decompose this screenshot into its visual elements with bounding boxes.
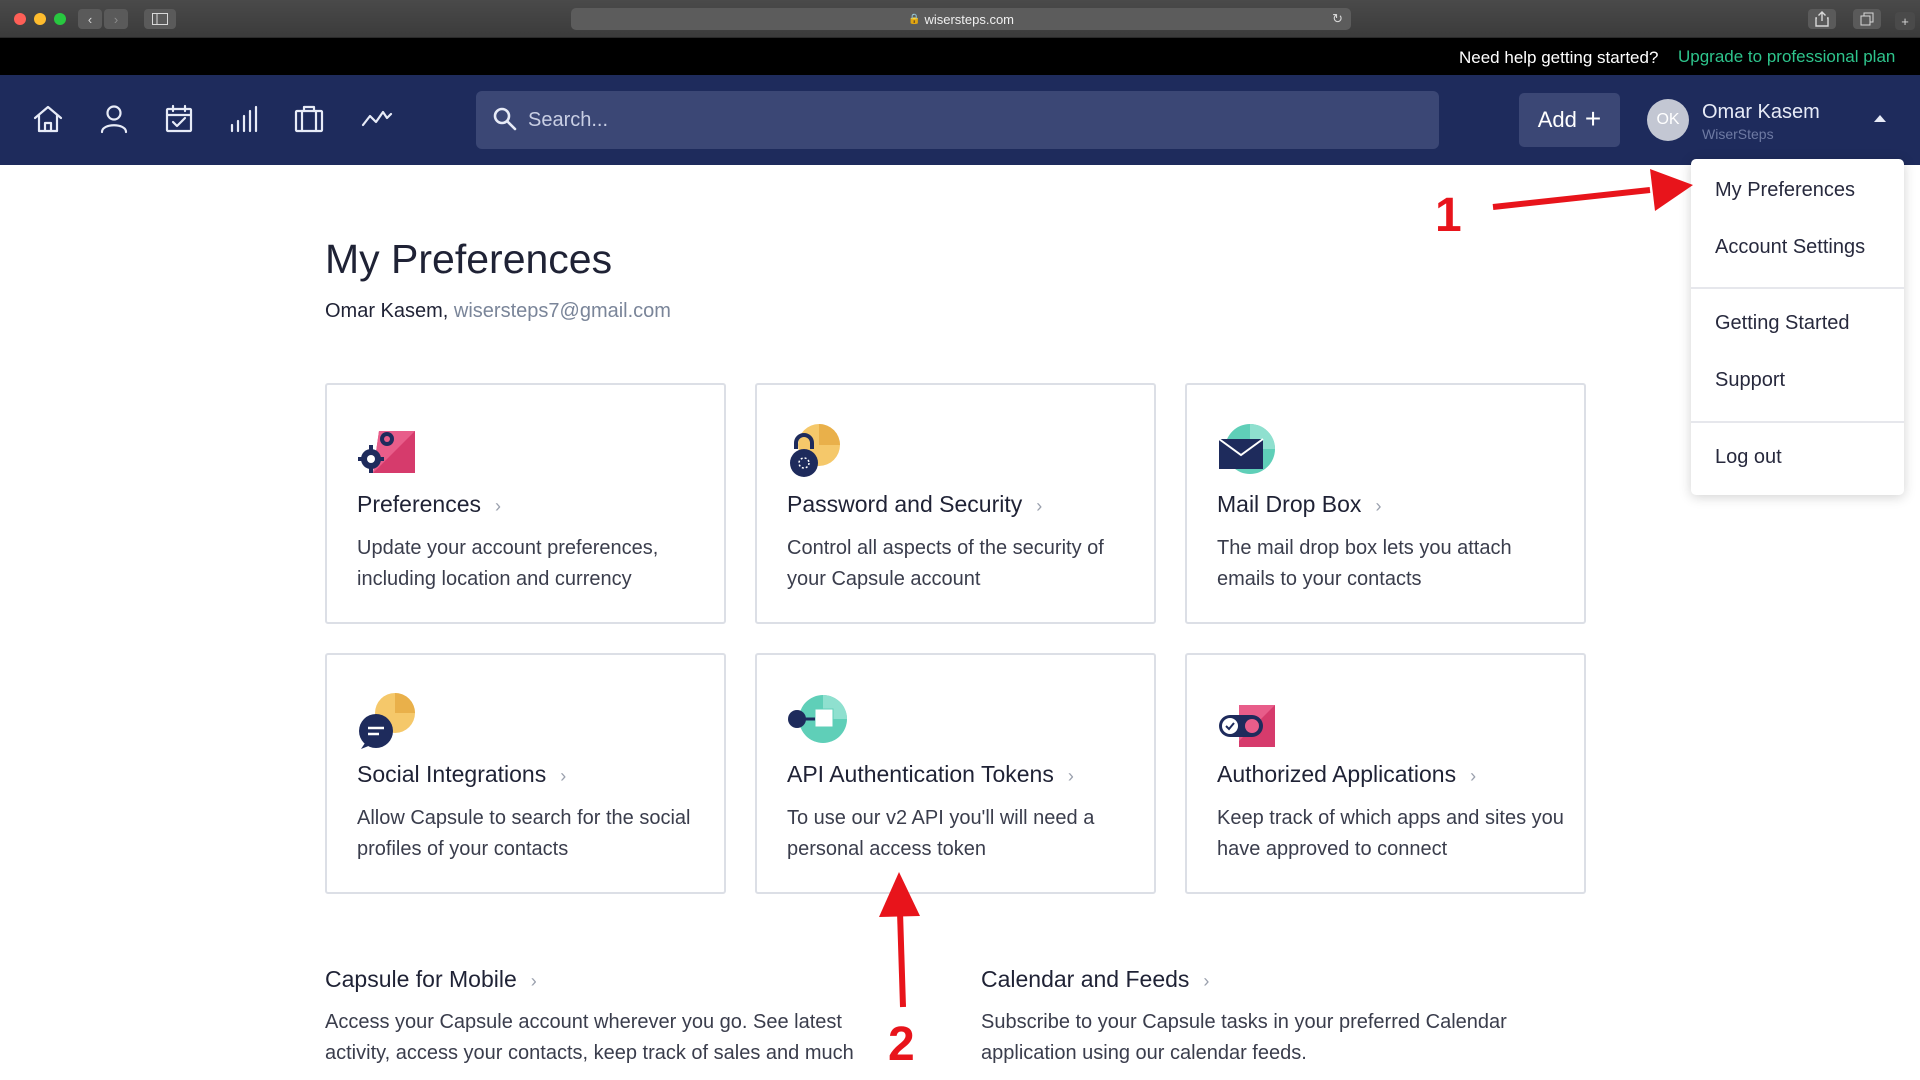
search-input[interactable] bbox=[528, 101, 1408, 139]
card-preferences[interactable]: Preferences › Update your account prefere… bbox=[325, 383, 726, 624]
chat-bubble-icon bbox=[359, 693, 415, 749]
chevron-right-icon: › bbox=[530, 971, 537, 991]
section-description: Subscribe to your Capsule tasks in your … bbox=[981, 1011, 1507, 1064]
search-bar[interactable] bbox=[476, 91, 1439, 149]
card-api-tokens[interactable]: API Authentication Tokens › To use our v2… bbox=[755, 653, 1156, 894]
annotation-arrow-2 bbox=[897, 911, 906, 1008]
home-icon[interactable] bbox=[30, 101, 66, 137]
annotation-label-2: 2 bbox=[888, 1018, 915, 1071]
tab-overview-button[interactable] bbox=[1853, 9, 1881, 29]
section-title[interactable]: Calendar and Feeds › bbox=[981, 966, 1561, 993]
card-title[interactable]: API Authentication Tokens › bbox=[787, 761, 1074, 788]
url-text: wisersteps.com bbox=[924, 11, 1015, 27]
menu-item-account-settings[interactable]: Account Settings bbox=[1715, 236, 1865, 259]
card-description: Keep track of which apps and sites you h… bbox=[1217, 807, 1564, 860]
card-title[interactable]: Authorized Applications › bbox=[1217, 761, 1476, 788]
account-identity: Omar Kasem, wisersteps7@gmail.com bbox=[325, 300, 671, 323]
user-name[interactable]: Omar Kasem bbox=[1702, 101, 1820, 124]
share-button[interactable] bbox=[1808, 9, 1836, 29]
annotation-arrow-1 bbox=[1492, 187, 1651, 210]
sidebar-toggle-button[interactable] bbox=[144, 9, 176, 29]
back-button[interactable]: ‹ bbox=[78, 9, 102, 29]
card-description: The mail drop box lets you attach emails… bbox=[1217, 537, 1512, 590]
lock-icon: 🔒 bbox=[907, 13, 921, 25]
plus-icon: + bbox=[1584, 103, 1602, 134]
card-authorized-applications[interactable]: Authorized Applications › Keep track of w… bbox=[1185, 653, 1586, 894]
tabs-icon bbox=[1860, 12, 1874, 26]
briefcase-icon[interactable] bbox=[291, 101, 327, 137]
bar-chart-icon[interactable] bbox=[225, 101, 261, 137]
mail-envelope-icon bbox=[1218, 424, 1275, 474]
card-password-security[interactable]: Password and Security › Control all aspec… bbox=[755, 383, 1156, 624]
menu-divider bbox=[1691, 287, 1904, 289]
forward-button[interactable]: › bbox=[104, 9, 128, 29]
close-window-button[interactable] bbox=[14, 13, 26, 25]
chevron-right-icon: › bbox=[495, 496, 502, 516]
card-title[interactable]: Social Integrations › bbox=[357, 761, 566, 788]
search-icon bbox=[492, 106, 518, 132]
chevron-right-icon: › bbox=[1470, 766, 1477, 786]
add-button[interactable]: Add + bbox=[1519, 93, 1620, 147]
card-title[interactable]: Password and Security › bbox=[787, 491, 1042, 518]
menu-divider bbox=[1691, 421, 1904, 423]
user-organization: WiserSteps bbox=[1702, 126, 1774, 142]
chevron-right-icon: › bbox=[1375, 496, 1382, 516]
help-text: Need help getting started? bbox=[1459, 48, 1659, 67]
api-token-icon bbox=[788, 695, 847, 743]
maximize-window-button[interactable] bbox=[54, 13, 66, 25]
chevron-right-icon: › bbox=[1067, 766, 1074, 786]
account-name: Omar Kasem, bbox=[325, 300, 449, 322]
annotation-label-1: 1 bbox=[1435, 189, 1462, 242]
help-bar: Need help getting started? Upgrade to pr… bbox=[0, 38, 1920, 75]
chevron-right-icon: › bbox=[560, 766, 567, 786]
menu-item-my-preferences[interactable]: My Preferences bbox=[1715, 179, 1855, 202]
share-icon bbox=[1815, 11, 1829, 27]
trend-line-icon[interactable] bbox=[359, 101, 395, 137]
card-mail-drop-box[interactable]: Mail Drop Box › The mail drop box lets yo… bbox=[1185, 383, 1586, 624]
annotation-arrowhead-1 bbox=[1650, 169, 1693, 211]
gears-icon bbox=[358, 431, 415, 473]
toggle-switch-icon bbox=[1219, 705, 1275, 747]
card-description: Control all aspects of the security of y… bbox=[787, 537, 1104, 590]
sidebar-icon bbox=[152, 13, 168, 25]
user-dropdown-menu: My Preferences Account Settings Getting … bbox=[1691, 159, 1904, 495]
calendar-icon[interactable] bbox=[161, 101, 197, 137]
section-title[interactable]: Capsule for Mobile › bbox=[325, 966, 885, 993]
card-description: To use our v2 API you'll will need a per… bbox=[787, 807, 1095, 860]
address-bar[interactable]: 🔒 wisersteps.com ↻ bbox=[571, 8, 1351, 30]
card-description: Allow Capsule to search for the social p… bbox=[357, 807, 691, 860]
chevron-right-icon: › bbox=[1203, 971, 1210, 991]
menu-item-log-out[interactable]: Log out bbox=[1715, 446, 1782, 469]
card-title[interactable]: Preferences › bbox=[357, 491, 501, 518]
browser-toolbar: ‹ › 🔒 wisersteps.com ↻ + bbox=[0, 0, 1920, 38]
upgrade-link[interactable]: Upgrade to professional plan bbox=[1678, 47, 1895, 67]
menu-item-support[interactable]: Support bbox=[1715, 369, 1785, 392]
new-tab-button[interactable]: + bbox=[1895, 12, 1915, 30]
card-description: Update your account preferences, includi… bbox=[357, 537, 659, 590]
menu-item-getting-started[interactable]: Getting Started bbox=[1715, 312, 1850, 335]
card-title[interactable]: Mail Drop Box › bbox=[1217, 491, 1381, 518]
section-description: Access your Capsule account wherever you… bbox=[325, 1011, 854, 1064]
card-social-integrations[interactable]: Social Integrations › Allow Capsule to se… bbox=[325, 653, 726, 894]
minimize-window-button[interactable] bbox=[34, 13, 46, 25]
caret-up-icon[interactable] bbox=[1874, 115, 1886, 122]
section-capsule-mobile: Capsule for Mobile › Access your Capsule … bbox=[325, 966, 885, 1069]
account-email: wisersteps7@gmail.com bbox=[453, 300, 671, 322]
chevron-right-icon: › bbox=[1036, 496, 1043, 516]
avatar[interactable]: OK bbox=[1647, 99, 1689, 141]
reload-icon[interactable]: ↻ bbox=[1332, 11, 1343, 27]
padlock-icon bbox=[790, 424, 840, 477]
page-title: My Preferences bbox=[325, 236, 613, 282]
person-icon[interactable] bbox=[96, 101, 132, 137]
section-calendar-feeds: Calendar and Feeds › Subscribe to your Ca… bbox=[981, 966, 1561, 1069]
app-navbar: Add + OK Omar Kasem WiserSteps bbox=[0, 75, 1920, 165]
add-label: Add bbox=[1537, 107, 1577, 132]
